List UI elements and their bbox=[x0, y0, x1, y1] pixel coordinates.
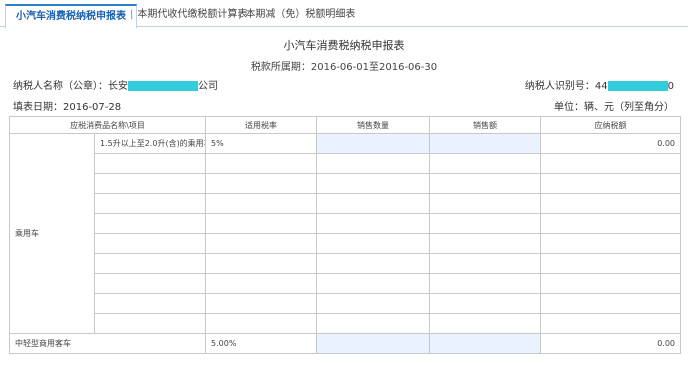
tax-payable-cell bbox=[540, 173, 682, 194]
unit-label: 单位：辆、元（列至角分） bbox=[554, 102, 674, 113]
tax-payable-cell bbox=[540, 213, 682, 234]
tax-payable-cell: 0.00 bbox=[540, 133, 682, 154]
rate-cell: 5.00% bbox=[205, 333, 318, 354]
quantity-cell bbox=[316, 153, 431, 174]
tab-label: 本期减（免）税额明细表 bbox=[245, 9, 356, 20]
quantity-cell bbox=[316, 293, 431, 314]
sales-cell bbox=[429, 233, 542, 254]
taxpayer-id-suffix: 0 bbox=[667, 81, 674, 92]
table-row bbox=[10, 293, 682, 314]
table-row: 乘用车 1.5升以上至2.0升(含)的乘用车 5% 0.00 bbox=[9, 133, 682, 334]
table-row bbox=[10, 153, 682, 174]
tab-car-consumption-tax-return[interactable]: 小汽车消费税纳税申报表 bbox=[5, 4, 137, 29]
tax-period: 税款所属期：2016-06-01至2016-06-30 bbox=[250, 62, 438, 73]
subitem-cell bbox=[93, 213, 207, 234]
table-row bbox=[10, 213, 682, 234]
tax-payable-cell bbox=[540, 293, 682, 314]
quantity-cell bbox=[316, 313, 431, 334]
tab-label: 小汽车消费税纳税申报表 bbox=[16, 11, 126, 22]
quantity-cell bbox=[316, 273, 431, 294]
table-row bbox=[10, 313, 682, 334]
rate-cell bbox=[205, 293, 318, 314]
tax-payable-cell bbox=[540, 153, 682, 174]
quantity-cell bbox=[316, 193, 431, 214]
header-rate: 适用税率 bbox=[205, 116, 318, 134]
rate-cell bbox=[205, 233, 318, 254]
subitem-cell bbox=[93, 233, 207, 254]
sales-cell bbox=[429, 193, 542, 214]
category-light-commercial-bus: 中轻型商用客车 bbox=[8, 333, 207, 354]
quantity-cell bbox=[316, 253, 431, 274]
header-item: 应税消费品名称\项目 bbox=[8, 116, 207, 134]
tax-payable-cell bbox=[540, 193, 682, 214]
sales-cell bbox=[429, 153, 542, 174]
subitem-cell bbox=[93, 293, 207, 314]
subitem-cell bbox=[93, 273, 207, 294]
sales-input[interactable] bbox=[429, 333, 542, 354]
quantity-input[interactable] bbox=[316, 133, 431, 154]
taxpayer-name-label: 纳税人名称（公章）：长安 bbox=[13, 81, 128, 92]
rate-cell bbox=[205, 193, 318, 214]
taxpayer-id-label: 纳税人识别号：44 bbox=[524, 81, 608, 92]
table-row bbox=[10, 233, 682, 254]
rate-cell bbox=[205, 253, 318, 274]
table-row bbox=[10, 253, 682, 274]
tab-tax-reduction-details[interactable]: | 本期减（免）税额明细表 bbox=[228, 4, 365, 26]
taxpayer-id: 纳税人识别号：44 0 bbox=[525, 77, 674, 92]
taxpayer-name-suffix: 公司 bbox=[198, 81, 218, 92]
subitem-cell: 1.5升以上至2.0升(含)的乘用车 bbox=[93, 133, 207, 154]
tax-payable-cell bbox=[540, 273, 682, 294]
sales-cell bbox=[429, 253, 542, 274]
subitem-cell bbox=[93, 153, 207, 174]
table-row bbox=[10, 273, 682, 294]
sales-cell bbox=[429, 293, 542, 314]
tax-payable-cell bbox=[540, 253, 682, 274]
header-quantity: 销售数量 bbox=[316, 116, 431, 134]
header-sales: 销售额 bbox=[429, 116, 542, 134]
subitem-cell bbox=[93, 313, 207, 334]
tax-payable-cell bbox=[540, 313, 682, 334]
rate-cell bbox=[205, 153, 318, 174]
rate-cell bbox=[205, 173, 318, 194]
rate-cell bbox=[205, 313, 318, 334]
table-row: 中轻型商用客车 5.00% 0.00 bbox=[8, 333, 682, 354]
sales-cell bbox=[429, 173, 542, 194]
form-title: 小汽车消费税纳税申报表 bbox=[283, 39, 405, 52]
quantity-cell bbox=[316, 213, 431, 234]
table-row bbox=[10, 173, 682, 194]
sales-cell bbox=[429, 313, 542, 334]
sales-input[interactable] bbox=[429, 133, 542, 154]
tab-bar: 小汽车消费税纳税申报表 | 本期代收代缴税额计算表 | 本期减（免）税额明细表 bbox=[0, 0, 688, 29]
rate-cell bbox=[205, 213, 318, 234]
taxpayer-name: 纳税人名称（公章）：长安 公司 bbox=[13, 77, 218, 92]
tax-return-table: 应税消费品名称\项目 适用税率 销售数量 销售额 应纳税额 乘用车 1.5升以上… bbox=[8, 116, 682, 354]
tax-payable-cell bbox=[540, 233, 682, 254]
rate-cell: 5% bbox=[205, 133, 318, 154]
table-row bbox=[10, 193, 682, 214]
quantity-input[interactable] bbox=[316, 333, 431, 354]
category-passenger-car: 乘用车 bbox=[9, 133, 95, 334]
table-header-row: 应税消费品名称\项目 适用税率 销售数量 销售额 应纳税额 bbox=[8, 116, 682, 134]
subitem-cell bbox=[93, 193, 207, 214]
redaction-block bbox=[607, 81, 668, 91]
tax-payable-cell: 0.00 bbox=[540, 333, 682, 354]
subitem-cell bbox=[93, 173, 207, 194]
sales-cell bbox=[429, 273, 542, 294]
subitem-cell bbox=[93, 253, 207, 274]
rate-cell bbox=[205, 273, 318, 294]
redaction-block bbox=[128, 81, 198, 91]
fill-date: 填表日期：2016-07-28 bbox=[13, 102, 122, 113]
header-tax-payable: 应纳税额 bbox=[540, 116, 682, 134]
quantity-cell bbox=[316, 233, 431, 254]
sales-cell bbox=[429, 213, 542, 234]
quantity-cell bbox=[316, 173, 431, 194]
